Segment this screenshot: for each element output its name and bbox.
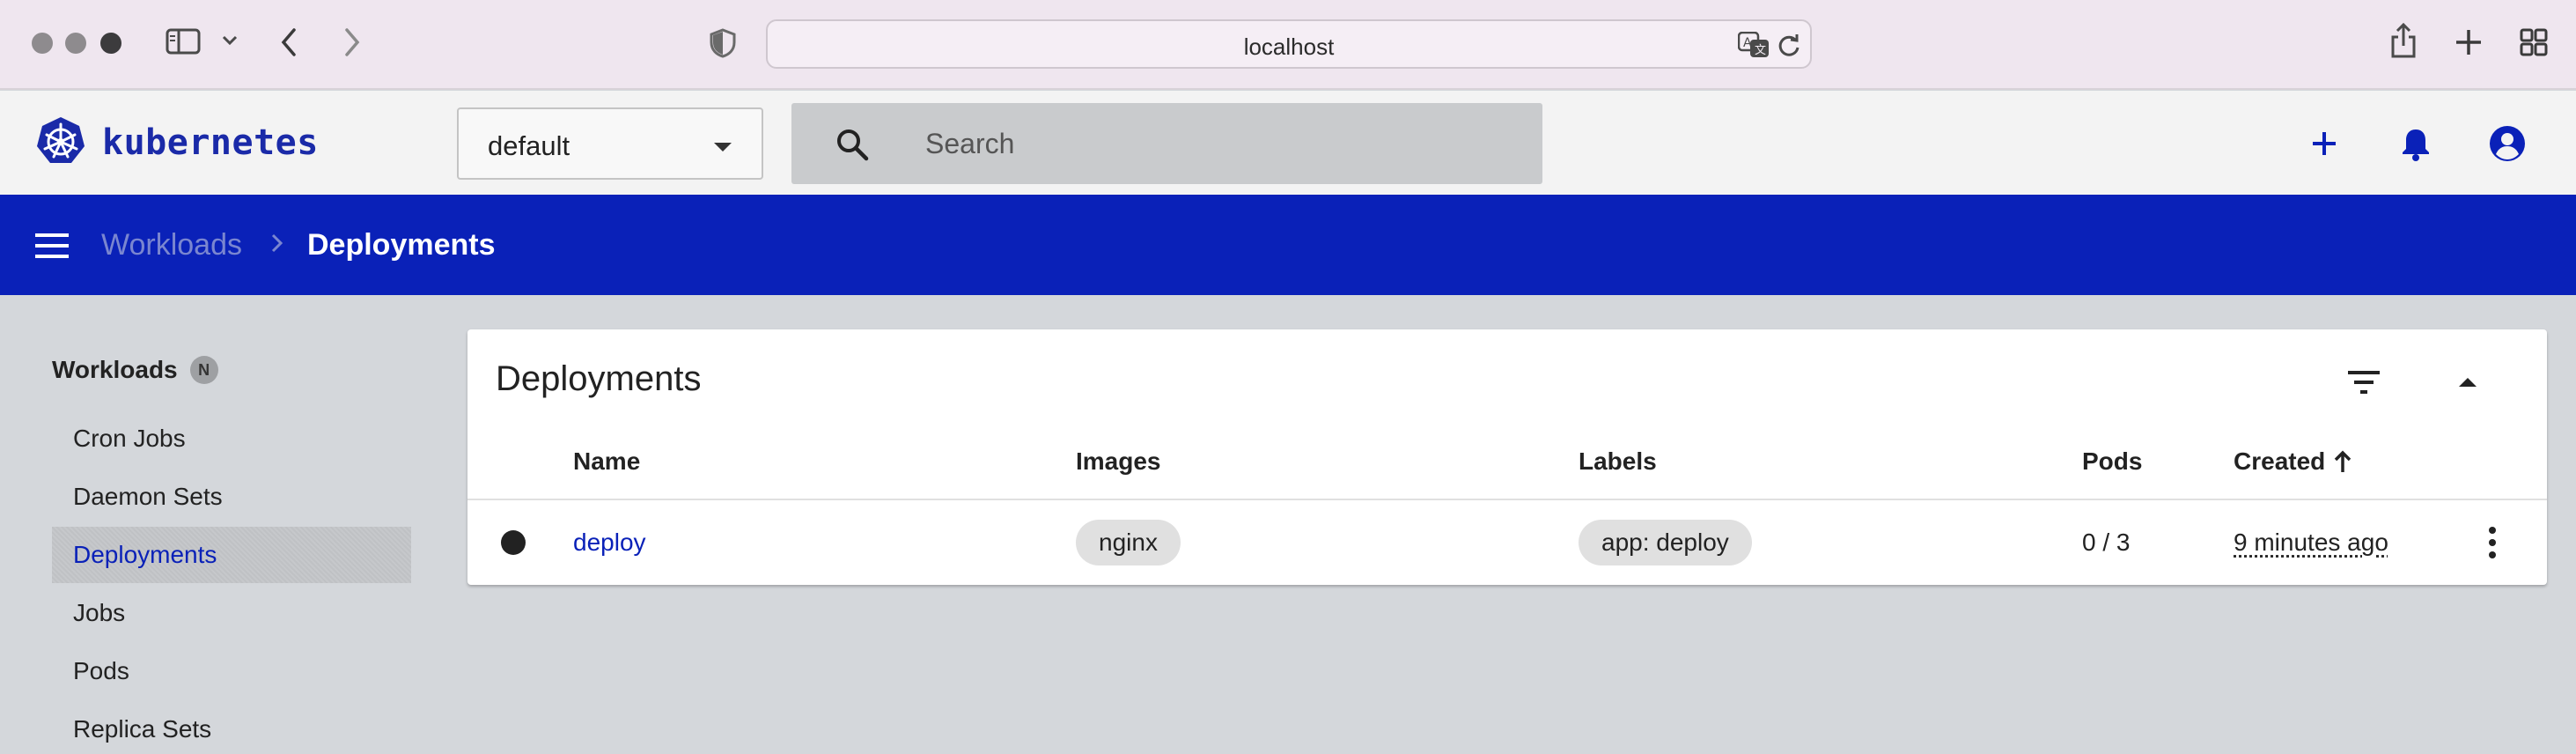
card-title: Deployments [496,359,701,399]
address-text: localhost [768,33,1810,61]
collapse-icon [2458,377,2477,388]
tab-overview-icon[interactable] [2520,28,2548,56]
column-header-created[interactable]: Created [2234,447,2352,476]
browser-toolbar: localhost A文 [0,0,2576,90]
app-header: kubernetes default [0,91,2576,195]
sidebar-section-label: Workloads [52,356,178,384]
filter-icon [2348,371,2380,394]
collapse-button[interactable] [2441,356,2494,409]
created-time: 9 minutes ago [2234,529,2388,557]
filter-button[interactable] [2337,356,2390,409]
logo-text[interactable]: kubernetes [102,122,319,163]
image-chip: nginx [1076,520,1181,566]
more-vert-icon[interactable] [2487,527,2498,564]
search-input[interactable] [925,122,1498,165]
table-row[interactable]: deploy nginx app: deploy 0 / 3 9 minutes… [467,500,2547,585]
new-tab-icon[interactable] [2455,28,2483,56]
column-header-images[interactable]: Images [1076,447,1161,476]
forward-icon[interactable] [343,28,361,56]
plus-icon [2309,129,2339,159]
dropdown-caret-icon [714,143,732,152]
sidebar-item-pods[interactable]: Pods [52,643,411,699]
shield-icon[interactable] [710,28,736,58]
search-bar[interactable] [791,103,1542,184]
sidebar-item-replica-sets[interactable]: Replica Sets [52,701,411,754]
bell-icon [2401,126,2431,161]
translate-icon[interactable]: A文 [1738,32,1770,58]
window-close-button[interactable] [32,33,53,54]
column-header-created-label: Created [2234,447,2325,476]
address-bar[interactable]: localhost A文 [766,19,1812,69]
namespace-select[interactable]: default [457,107,763,180]
notifications-button[interactable] [2395,122,2437,165]
sidebar-item-cron-jobs[interactable]: Cron Jobs [52,410,411,467]
status-indicator [501,530,526,555]
search-icon [835,128,869,166]
sidebar-item-daemon-sets[interactable]: Daemon Sets [52,469,411,525]
create-button[interactable] [2303,122,2345,165]
deployments-card: Deployments Name Images Labels Pods Crea… [467,329,2547,585]
namespace-badge: N [190,356,218,384]
sidebar-toggle-icon[interactable] [166,28,201,55]
label-chip: app: deploy [1579,520,1752,566]
chevron-right-icon [269,230,285,261]
sidebar-item-deployments[interactable]: Deployments [52,527,411,583]
breadcrumb-toolbar: Workloads Deployments [0,195,2576,295]
sidebar-section-header[interactable]: Workloads N [52,356,218,384]
menu-icon[interactable] [35,233,69,262]
window-zoom-button[interactable] [100,33,121,54]
arrow-up-icon [2334,450,2352,473]
sidebar-item-jobs[interactable]: Jobs [52,585,411,641]
breadcrumb-parent[interactable]: Workloads [101,228,242,262]
column-header-pods[interactable]: Pods [2082,447,2142,476]
kubernetes-logo-icon[interactable] [35,115,86,166]
breadcrumb-current: Deployments [307,228,496,262]
reload-icon[interactable] [1777,33,1801,58]
namespace-value: default [488,130,570,162]
column-header-labels[interactable]: Labels [1579,447,1657,476]
back-icon[interactable] [280,28,298,56]
column-header-name[interactable]: Name [573,447,640,476]
share-icon[interactable] [2389,23,2418,58]
deployment-name-link[interactable]: deploy [573,529,646,557]
account-icon [2489,125,2526,162]
account-button[interactable] [2486,122,2528,165]
svg-text:文: 文 [1755,44,1766,57]
chevron-down-icon[interactable] [222,35,238,46]
pods-count: 0 / 3 [2082,529,2130,557]
window-minimize-button[interactable] [65,33,86,54]
